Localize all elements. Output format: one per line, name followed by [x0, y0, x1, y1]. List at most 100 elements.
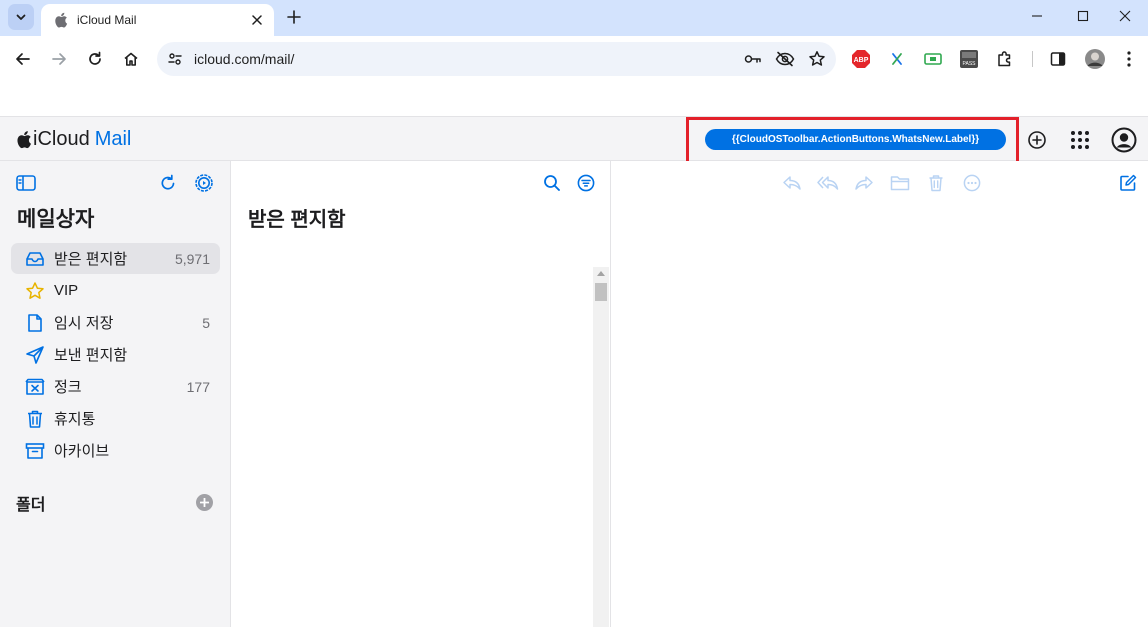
paper-plane-icon: [24, 344, 46, 366]
message-list-scrollbar[interactable]: [593, 267, 609, 627]
reload-button[interactable]: [81, 45, 109, 73]
chevron-down-icon: [16, 14, 26, 20]
compose-icon: [1120, 174, 1137, 191]
brand-icloud-text: iCloud: [33, 128, 90, 150]
search-button[interactable]: [541, 172, 563, 194]
grid-icon: [1071, 131, 1089, 149]
browser-tab-strip: iCloud Mail: [0, 0, 1148, 36]
message-list-pane: 받은 편지함: [231, 161, 611, 627]
x-extension-icon[interactable]: [885, 47, 909, 71]
inbox-icon: [24, 248, 46, 270]
maximize-icon: [1077, 10, 1089, 22]
tab-title: iCloud Mail: [77, 13, 137, 27]
mailbox-label: VIP: [54, 282, 79, 299]
ellipsis-circle-icon: [963, 174, 981, 192]
reply-all-button[interactable]: [816, 171, 840, 195]
add-circle-button[interactable]: [1024, 127, 1050, 153]
mailbox-drafts[interactable]: 임시 저장 5: [11, 307, 220, 338]
apple-logo-icon: [55, 12, 68, 28]
close-window-button[interactable]: [1102, 0, 1148, 32]
mailbox-sent[interactable]: 보낸 편지함: [11, 339, 220, 370]
filter-button[interactable]: [575, 172, 597, 194]
arrow-right-icon: [52, 53, 66, 65]
side-panel-icon[interactable]: [1046, 47, 1070, 71]
toolbar-divider: [1032, 51, 1033, 67]
address-bar[interactable]: icloud.com/mail/: [157, 42, 836, 76]
puzzle-extensions-icon[interactable]: [993, 47, 1017, 71]
close-icon: [1119, 10, 1131, 22]
mailbox-count: 5: [202, 314, 210, 331]
move-to-folder-button[interactable]: [888, 171, 912, 195]
toggle-sidebar-button[interactable]: [15, 172, 37, 194]
apple-logo-icon: [17, 131, 31, 149]
more-actions-button[interactable]: [960, 171, 984, 195]
mailbox-label: 아카이브: [54, 443, 110, 460]
list-title: 받은 편지함: [248, 209, 346, 231]
plus-icon: [200, 498, 209, 507]
mailbox-count: 177: [186, 378, 210, 395]
plus-icon: [287, 10, 301, 24]
mailboxes-title: 메일상자: [17, 208, 95, 231]
trash-icon: [929, 175, 943, 192]
profile-avatar[interactable]: [1083, 47, 1107, 71]
app-grid-button[interactable]: [1067, 127, 1093, 153]
mailbox-label: 보낸 편지함: [54, 347, 128, 364]
reload-icon: [89, 51, 101, 65]
mailbox-junk[interactable]: 정크 177: [11, 371, 220, 402]
account-button[interactable]: [1111, 127, 1137, 153]
junk-icon: [24, 376, 46, 398]
back-button[interactable]: [9, 45, 37, 73]
icloud-mail-logo[interactable]: iCloud Mail: [16, 128, 131, 151]
folders-heading: 폴더: [16, 497, 46, 514]
mailbox-label: 임시 저장: [54, 315, 114, 332]
mailbox-label: 정크: [54, 379, 82, 396]
delete-message-button[interactable]: [924, 171, 948, 195]
browser-tab[interactable]: iCloud Mail: [41, 4, 274, 36]
tab-close-icon[interactable]: [247, 10, 267, 30]
green-extension-icon[interactable]: [921, 47, 945, 71]
home-button[interactable]: [117, 45, 145, 73]
site-settings-icon[interactable]: [163, 47, 187, 71]
whats-new-button[interactable]: {{CloudOSToolbar.ActionButtons.WhatsNew.…: [705, 129, 1006, 150]
adblock-extension-icon[interactable]: ABP: [849, 47, 873, 71]
reading-pane: [611, 161, 1148, 627]
mailbox-label: 휴지통: [54, 411, 96, 428]
gear-icon: [195, 174, 213, 192]
compose-button[interactable]: [1116, 171, 1140, 195]
tab-search-button[interactable]: [8, 4, 34, 30]
arrow-left-icon: [16, 53, 30, 65]
browser-menu-icon[interactable]: [1117, 47, 1141, 71]
mailbox-archive[interactable]: 아카이브: [11, 435, 220, 466]
reply-icon: [783, 176, 801, 190]
add-folder-button[interactable]: [196, 494, 213, 511]
mailbox-vip[interactable]: VIP: [11, 275, 220, 306]
folder-icon: [890, 176, 910, 191]
pass-extension-icon[interactable]: PASS: [957, 47, 981, 71]
eye-slash-icon[interactable]: [772, 46, 798, 72]
url-text[interactable]: icloud.com/mail/: [194, 51, 740, 67]
new-tab-button[interactable]: [282, 5, 306, 29]
mailbox-inbox[interactable]: 받은 편지함 5,971: [11, 243, 220, 274]
svg-text:PASS: PASS: [963, 61, 977, 67]
key-icon[interactable]: [740, 46, 766, 72]
archive-icon: [24, 440, 46, 462]
mailbox-trash[interactable]: 휴지통: [11, 403, 220, 434]
scroll-up-arrow[interactable]: [597, 271, 605, 276]
reply-button[interactable]: [780, 171, 804, 195]
search-icon: [544, 175, 560, 191]
document-icon: [24, 312, 46, 334]
reply-all-icon: [817, 176, 839, 190]
maximize-button[interactable]: [1060, 0, 1106, 32]
forward-message-button[interactable]: [852, 171, 876, 195]
bookmark-star-icon[interactable]: [804, 46, 830, 72]
refresh-button[interactable]: [157, 172, 179, 194]
scroll-thumb[interactable]: [595, 283, 607, 301]
mailbox-label: 받은 편지함: [54, 251, 128, 268]
mail-settings-button[interactable]: [193, 172, 215, 194]
star-icon: [24, 280, 46, 302]
forward-button[interactable]: [45, 45, 73, 73]
minimize-button[interactable]: [1014, 0, 1060, 32]
svg-text:ABP: ABP: [854, 57, 869, 64]
filter-icon: [577, 174, 595, 192]
refresh-icon: [161, 174, 175, 190]
